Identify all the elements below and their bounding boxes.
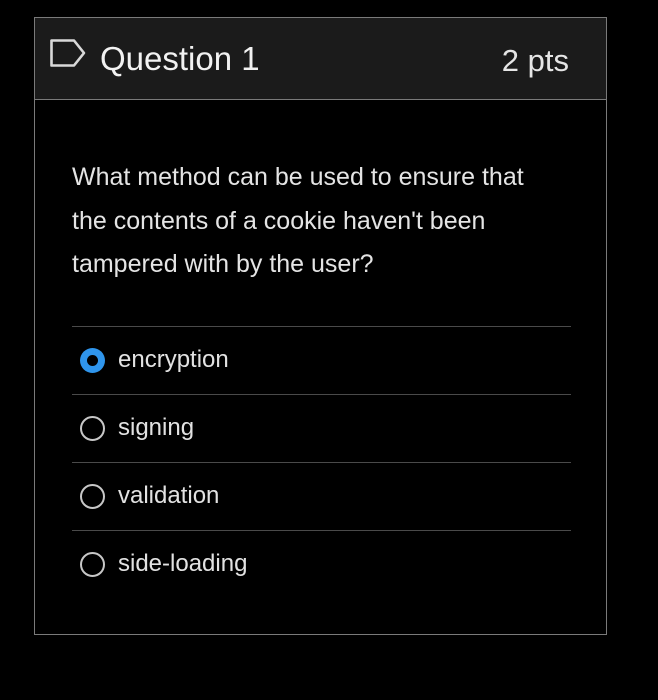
question-title: Question 1	[100, 40, 260, 77]
radio-button[interactable]	[80, 416, 105, 441]
answer-label: side-loading	[118, 550, 248, 577]
answer-option-side-loading[interactable]: side-loading	[72, 530, 571, 598]
answer-option-validation[interactable]: validation	[72, 462, 571, 530]
answer-list: encryption signing validation side-loadi…	[72, 326, 571, 598]
radio-button[interactable]	[80, 552, 105, 577]
answer-option-signing[interactable]: signing	[72, 394, 571, 462]
answer-label: validation	[118, 482, 220, 509]
radio-button-selected[interactable]	[80, 348, 105, 373]
question-card: Question 1 2 pts What method can be used…	[34, 17, 607, 635]
question-points: 2 pts	[501, 43, 569, 78]
question-header: Question 1 2 pts	[35, 18, 606, 100]
radio-button[interactable]	[80, 484, 105, 509]
answer-label: signing	[118, 414, 195, 441]
answer-option-encryption[interactable]: encryption	[72, 326, 571, 394]
answer-label: encryption	[118, 346, 229, 373]
flag-icon[interactable]	[49, 38, 87, 68]
question-text: What method can be used to ensure that t…	[72, 163, 524, 278]
